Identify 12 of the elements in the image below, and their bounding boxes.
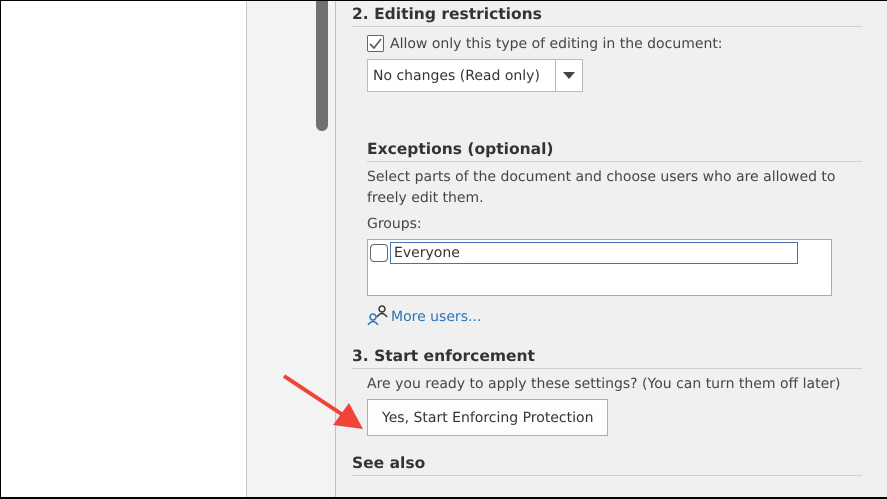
section-heading: 2. Editing restrictions xyxy=(352,5,542,23)
section-heading: Exceptions (optional) xyxy=(367,140,554,158)
groups-label: Groups: xyxy=(367,215,423,234)
section-heading: See also xyxy=(352,454,426,472)
start-enforcing-button[interactable]: Yes, Start Enforcing Protection xyxy=(367,399,608,436)
section-heading: 3. Start enforcement xyxy=(352,347,535,365)
group-name[interactable]: Everyone xyxy=(390,242,798,264)
more-users-link[interactable]: More users... xyxy=(391,309,482,325)
checkbox-label: Allow only this type of editing in the document: xyxy=(390,36,723,52)
question-text: Are you ready to apply these settings? (You can turn them off later) xyxy=(367,375,842,394)
description-text: Select parts of the document and choose users who are allowed to freely edit them. xyxy=(367,168,836,208)
editing-type-dropdown[interactable]: No changes (Read only) xyxy=(367,59,583,92)
